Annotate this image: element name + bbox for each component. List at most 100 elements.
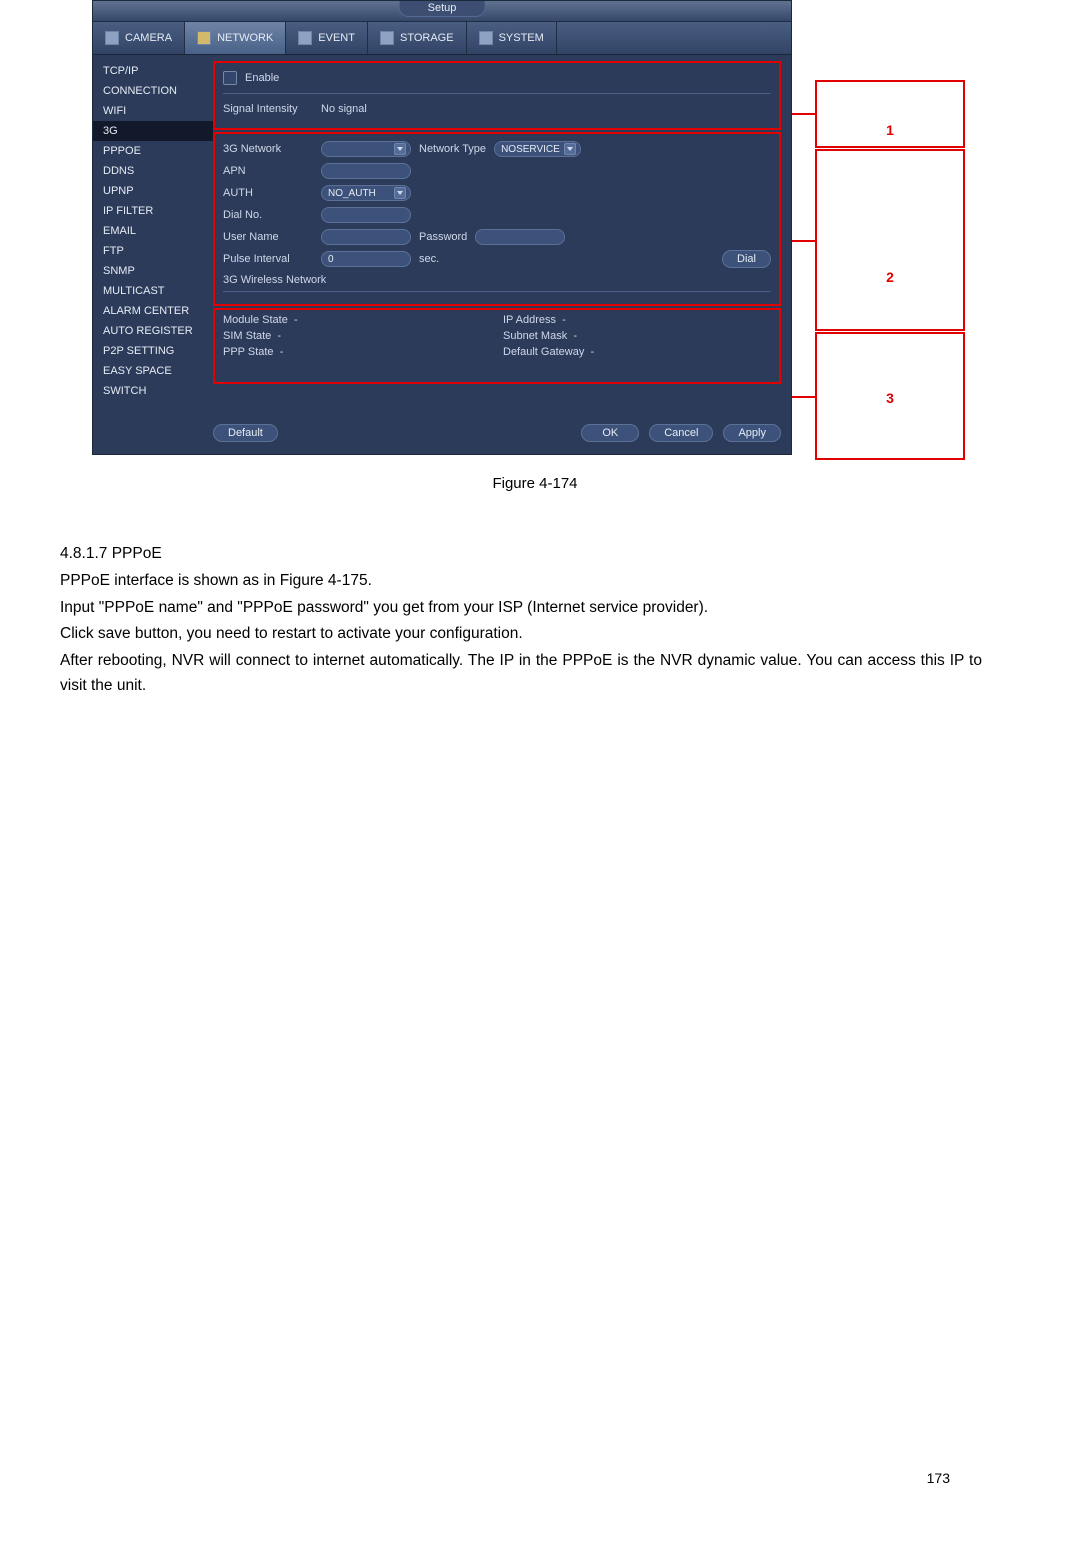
tab-system-label: SYSTEM xyxy=(499,32,544,44)
user-name-label: User Name xyxy=(223,231,313,243)
sidebar-item-ddns[interactable]: DDNS xyxy=(93,161,213,181)
tab-network-label: NETWORK xyxy=(217,32,273,44)
sidebar-item-autoregister[interactable]: AUTO REGISTER xyxy=(93,321,213,341)
module-state-value: - xyxy=(294,314,298,326)
callout-number-2: 2 xyxy=(886,269,894,285)
auth-select[interactable]: NO_AUTH xyxy=(321,185,411,201)
section-heading: 4.8.1.7 PPPoE xyxy=(60,542,982,567)
tab-event-label: EVENT xyxy=(318,32,355,44)
chevron-down-icon xyxy=(394,187,406,199)
content-area: Enable Signal Intensity No signal 3G Net… xyxy=(213,55,791,454)
camera-icon xyxy=(105,31,119,45)
panel-2: 3G Network Network Type NOSERVICE APN xyxy=(213,132,781,306)
pulse-interval-unit: sec. xyxy=(419,253,439,265)
pulse-interval-input[interactable]: 0 xyxy=(321,251,411,267)
sidebar-item-connection[interactable]: CONNECTION xyxy=(93,81,213,101)
sidebar-item-3g[interactable]: 3G xyxy=(93,121,213,141)
module-state-label: Module State xyxy=(223,314,288,326)
dial-no-label: Dial No. xyxy=(223,209,313,221)
sidebar-item-ftp[interactable]: FTP xyxy=(93,241,213,261)
callout-number-1: 1 xyxy=(886,122,894,138)
network-type-select[interactable]: NOSERVICE xyxy=(494,141,581,157)
signal-intensity-value: No signal xyxy=(321,103,367,115)
ppp-state-value: - xyxy=(280,346,284,358)
sidebar-item-easyspace[interactable]: EASY SPACE xyxy=(93,361,213,381)
panel-1: Enable Signal Intensity No signal xyxy=(213,61,781,130)
tab-event[interactable]: EVENT xyxy=(286,22,368,54)
tab-camera[interactable]: CAMERA xyxy=(93,22,185,54)
tab-storage-label: STORAGE xyxy=(400,32,454,44)
sidebar-item-email[interactable]: EMAIL xyxy=(93,221,213,241)
network-icon xyxy=(197,31,211,45)
system-icon xyxy=(479,31,493,45)
window-title: Setup xyxy=(399,1,486,17)
tab-system[interactable]: SYSTEM xyxy=(467,22,557,54)
sidebar-item-pppoe[interactable]: PPPOE xyxy=(93,141,213,161)
callout-box-2: 2 xyxy=(815,149,965,331)
top-tab-row: CAMERA NETWORK EVENT STORAGE SYSTEM xyxy=(93,21,791,55)
chevron-down-icon xyxy=(564,143,576,155)
auth-value: NO_AUTH xyxy=(328,188,390,199)
sidebar-item-snmp[interactable]: SNMP xyxy=(93,261,213,281)
dial-button[interactable]: Dial xyxy=(722,250,771,268)
callout-box-1: 1 xyxy=(815,80,965,148)
network-type-value: NOSERVICE xyxy=(501,144,560,155)
ip-address-label: IP Address xyxy=(503,314,556,326)
apn-label: APN xyxy=(223,165,313,177)
tab-storage[interactable]: STORAGE xyxy=(368,22,467,54)
tab-network[interactable]: NETWORK xyxy=(185,22,286,54)
3g-network-select[interactable] xyxy=(321,141,411,157)
subnet-mask-label: Subnet Mask xyxy=(503,330,567,342)
sim-state-label: SIM State xyxy=(223,330,271,342)
apply-button[interactable]: Apply xyxy=(723,424,781,442)
sidebar-item-multicast[interactable]: MULTICAST xyxy=(93,281,213,301)
figure-caption: Figure 4-174 xyxy=(40,475,1030,492)
default-button[interactable]: Default xyxy=(213,424,278,442)
default-gateway-value: - xyxy=(590,346,594,358)
storage-icon xyxy=(380,31,394,45)
tab-camera-label: CAMERA xyxy=(125,32,172,44)
sidebar-item-alarmcenter[interactable]: ALARM CENTER xyxy=(93,301,213,321)
title-bar: Setup xyxy=(93,1,791,21)
dial-no-input[interactable] xyxy=(321,207,411,223)
enable-label: Enable xyxy=(245,72,279,84)
wireless-network-header: 3G Wireless Network xyxy=(223,274,326,286)
setup-window: Setup CAMERA NETWORK EVENT STORAGE SYSTE… xyxy=(92,0,792,455)
ip-address-value: - xyxy=(562,314,566,326)
chevron-down-icon xyxy=(394,143,406,155)
sidebar-item-wifi[interactable]: WIFI xyxy=(93,101,213,121)
apn-input[interactable] xyxy=(321,163,411,179)
3g-network-label: 3G Network xyxy=(223,143,313,155)
body-paragraph-3: Click save button, you need to restart t… xyxy=(60,622,982,647)
callout-number-3: 3 xyxy=(886,390,894,406)
sidebar-item-ipfilter[interactable]: IP FILTER xyxy=(93,201,213,221)
button-row: Default OK Cancel Apply xyxy=(213,424,781,442)
pulse-interval-label: Pulse Interval xyxy=(223,253,313,265)
password-input[interactable] xyxy=(475,229,565,245)
auth-label: AUTH xyxy=(223,187,313,199)
default-gateway-label: Default Gateway xyxy=(503,346,584,358)
subnet-mask-value: - xyxy=(573,330,577,342)
sidebar-item-p2psetting[interactable]: P2P SETTING xyxy=(93,341,213,361)
enable-checkbox[interactable] xyxy=(223,71,237,85)
body-paragraph-4: After rebooting, NVR will connect to int… xyxy=(60,649,982,699)
sidebar-item-upnp[interactable]: UPNP xyxy=(93,181,213,201)
callout-box-3: 3 xyxy=(815,332,965,460)
signal-intensity-label: Signal Intensity xyxy=(223,103,313,115)
panel-3: Module State - IP Address - SIM State - … xyxy=(213,308,781,384)
event-icon xyxy=(298,31,312,45)
network-type-label: Network Type xyxy=(419,143,486,155)
sidebar: TCP/IP CONNECTION WIFI 3G PPPOE DDNS UPN… xyxy=(93,55,213,454)
ppp-state-label: PPP State xyxy=(223,346,274,358)
body-paragraph-1: PPPoE interface is shown as in Figure 4-… xyxy=(60,569,982,594)
ok-button[interactable]: OK xyxy=(581,424,639,442)
password-label: Password xyxy=(419,231,467,243)
sidebar-item-tcpip[interactable]: TCP/IP xyxy=(93,61,213,81)
page-number: 173 xyxy=(927,1470,950,1486)
user-name-input[interactable] xyxy=(321,229,411,245)
sim-state-value: - xyxy=(277,330,281,342)
body-paragraph-2: Input "PPPoE name" and "PPPoE password" … xyxy=(60,596,982,621)
sidebar-item-switch[interactable]: SWITCH xyxy=(93,381,213,401)
cancel-button[interactable]: Cancel xyxy=(649,424,713,442)
body-text: 4.8.1.7 PPPoE PPPoE interface is shown a… xyxy=(60,542,982,699)
